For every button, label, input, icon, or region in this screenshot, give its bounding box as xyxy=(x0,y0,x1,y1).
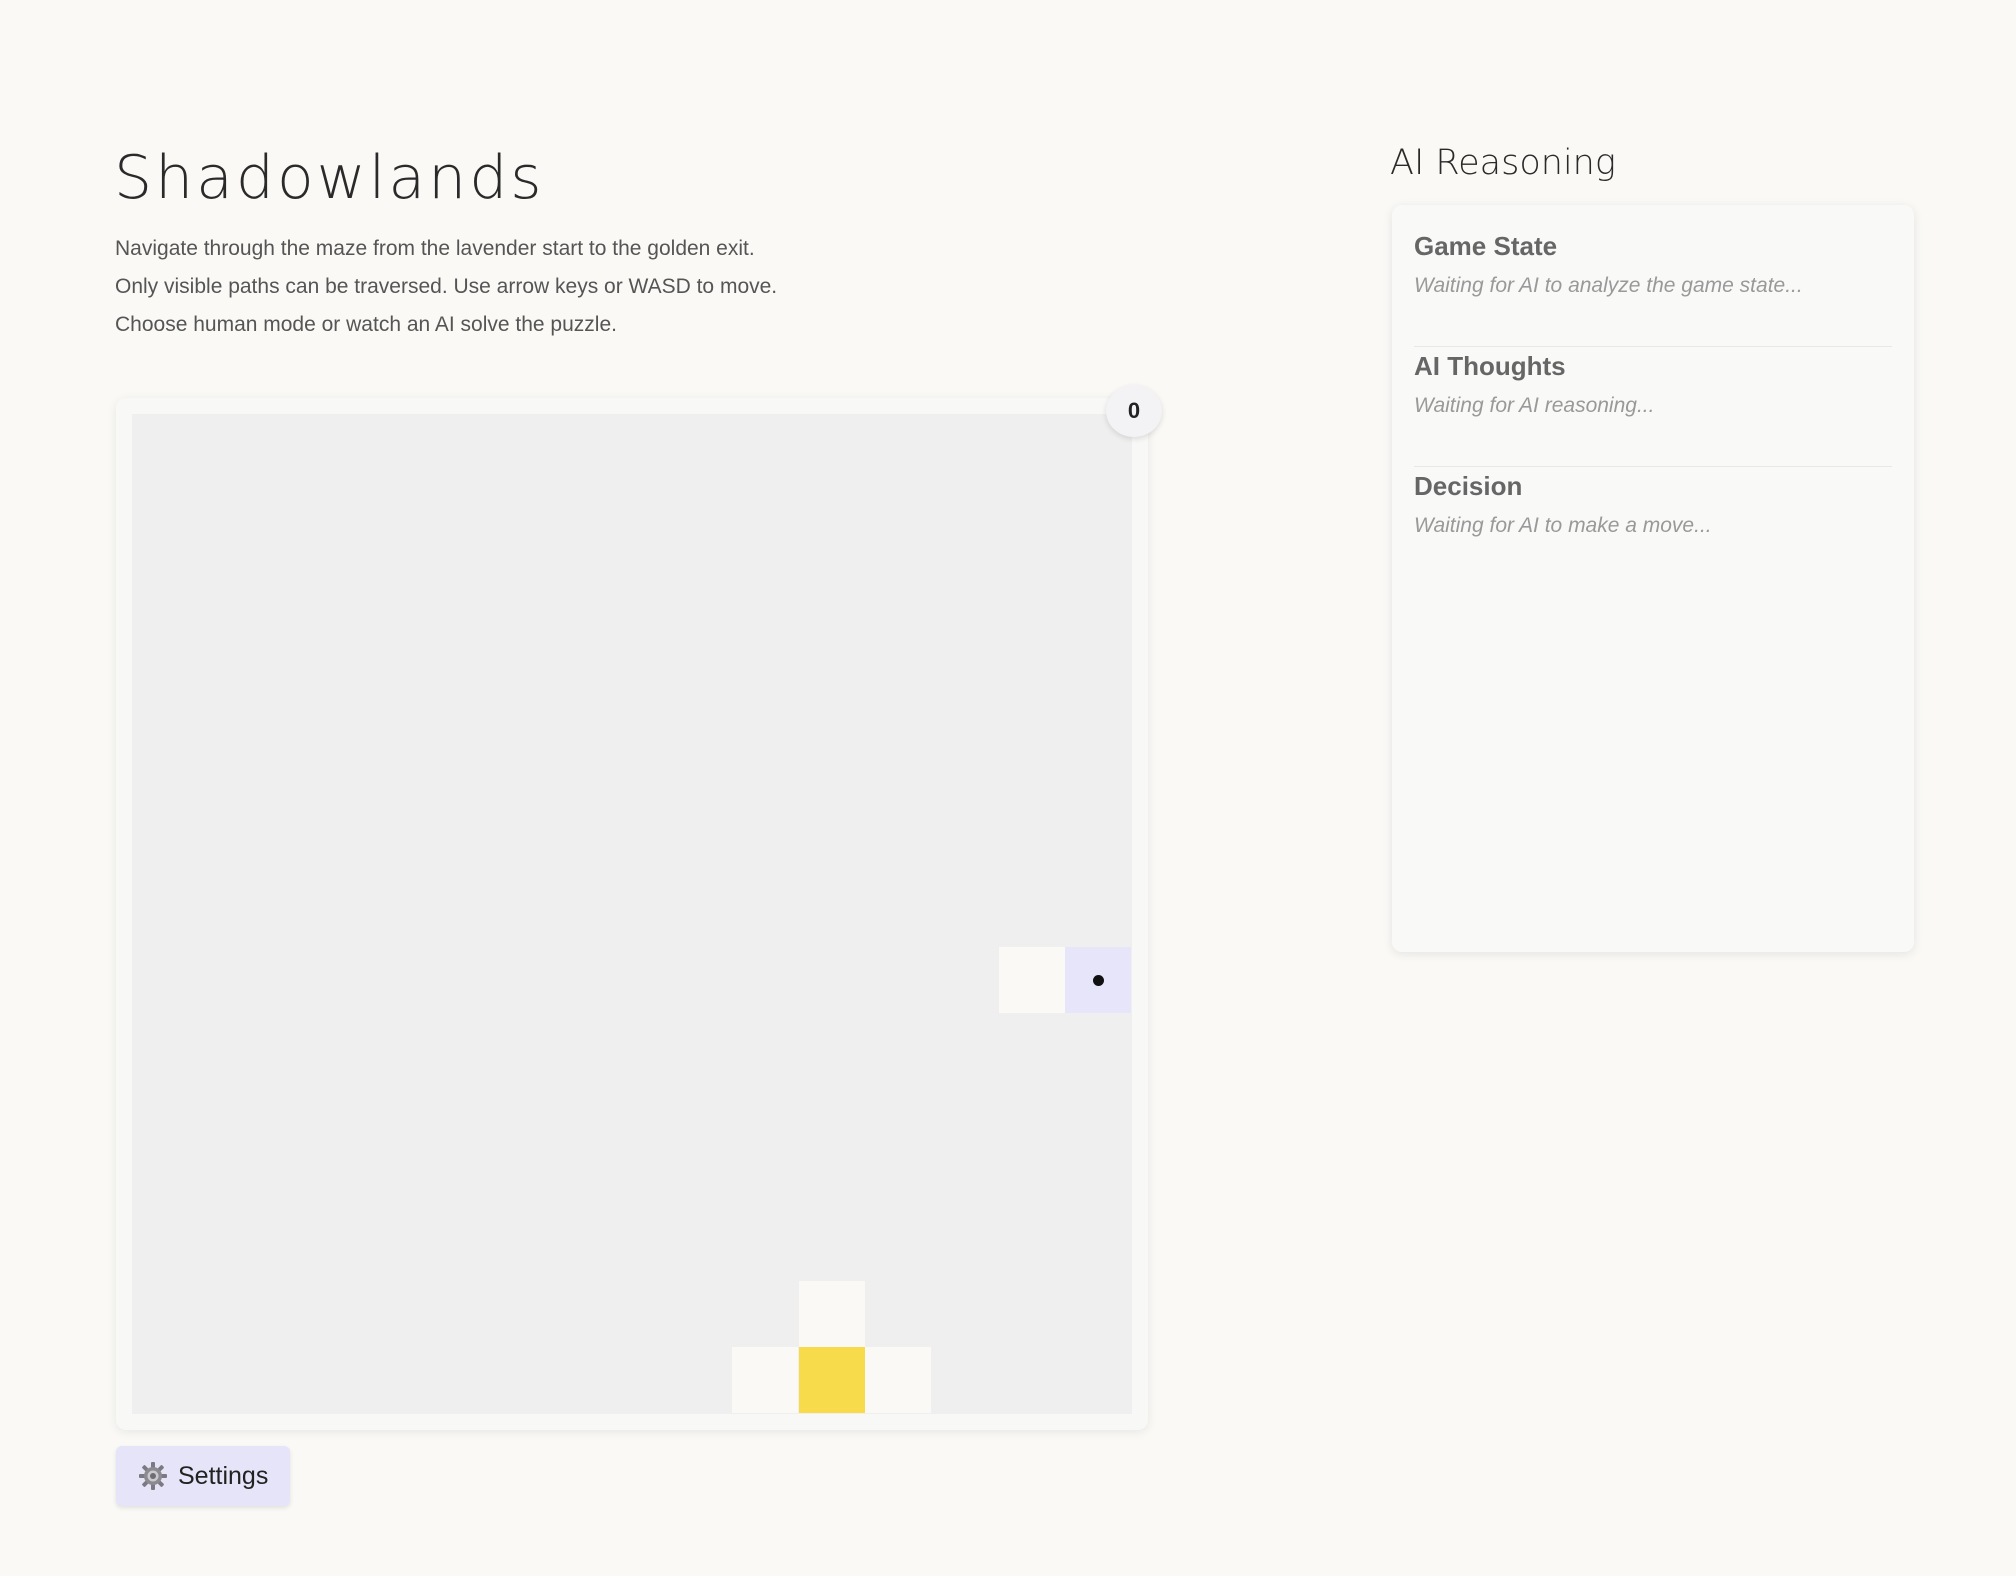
ai-section-thoughts: AI Thoughts Waiting for AI reasoning... xyxy=(1414,347,1892,467)
instruction-line: Navigate through the maze from the laven… xyxy=(115,237,755,260)
page-title: Shadowlands xyxy=(114,143,545,213)
instructions: Navigate through the maze from the laven… xyxy=(115,230,777,344)
settings-button[interactable]: Settings xyxy=(116,1446,290,1506)
section-text: Waiting for AI to make a move... xyxy=(1414,514,1712,537)
section-heading: Decision xyxy=(1414,471,1523,501)
settings-button-label: Settings xyxy=(178,1461,269,1490)
ai-section-game-state: Game State Waiting for AI to analyze the… xyxy=(1414,227,1892,347)
visible-path-cell xyxy=(732,1347,798,1413)
player-marker xyxy=(1093,975,1104,986)
section-heading: AI Thoughts xyxy=(1414,351,1566,381)
maze-board[interactable] xyxy=(132,414,1132,1414)
ai-reasoning-panel: Game State Waiting for AI to analyze the… xyxy=(1392,205,1914,952)
instruction-line: Choose human mode or watch an AI solve t… xyxy=(115,313,617,336)
ai-panel-title: AI Reasoning xyxy=(1390,143,1616,183)
visible-path-cell xyxy=(865,1347,931,1413)
section-heading: Game State xyxy=(1414,231,1558,261)
gear-icon xyxy=(138,1461,168,1491)
exit-cell xyxy=(799,1347,865,1413)
visible-path-cell xyxy=(999,947,1065,1013)
ai-section-decision: Decision Waiting for AI to make a move..… xyxy=(1414,467,1892,587)
game-board-container xyxy=(116,398,1148,1430)
move-counter-badge: 0 xyxy=(1106,385,1162,437)
visible-path-cell xyxy=(799,1281,865,1347)
section-text: Waiting for AI reasoning... xyxy=(1414,394,1655,417)
player-cell xyxy=(1065,947,1131,1013)
instruction-line: Only visible paths can be traversed. Use… xyxy=(115,275,778,298)
section-text: Waiting for AI to analyze the game state… xyxy=(1414,274,1803,297)
